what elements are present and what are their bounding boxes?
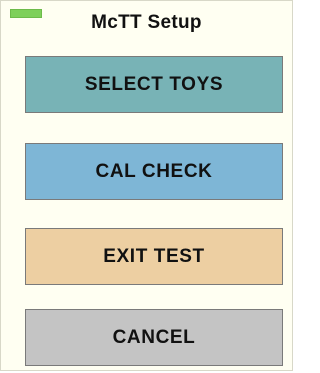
dialog-title: McTT Setup: [91, 12, 202, 33]
exit-test-label: EXIT TEST: [103, 245, 205, 267]
cal-check-button[interactable]: CAL CHECK: [25, 143, 283, 200]
setup-dialog: McTT Setup SELECT TOYS CAL CHECK EXIT TE…: [0, 0, 293, 371]
select-toys-button[interactable]: SELECT TOYS: [25, 56, 283, 113]
cancel-button[interactable]: CANCEL: [25, 309, 283, 366]
cal-check-label: CAL CHECK: [95, 160, 213, 182]
cancel-label: CANCEL: [112, 326, 196, 348]
exit-test-button[interactable]: EXIT TEST: [25, 228, 283, 285]
select-toys-label: SELECT TOYS: [84, 73, 224, 95]
